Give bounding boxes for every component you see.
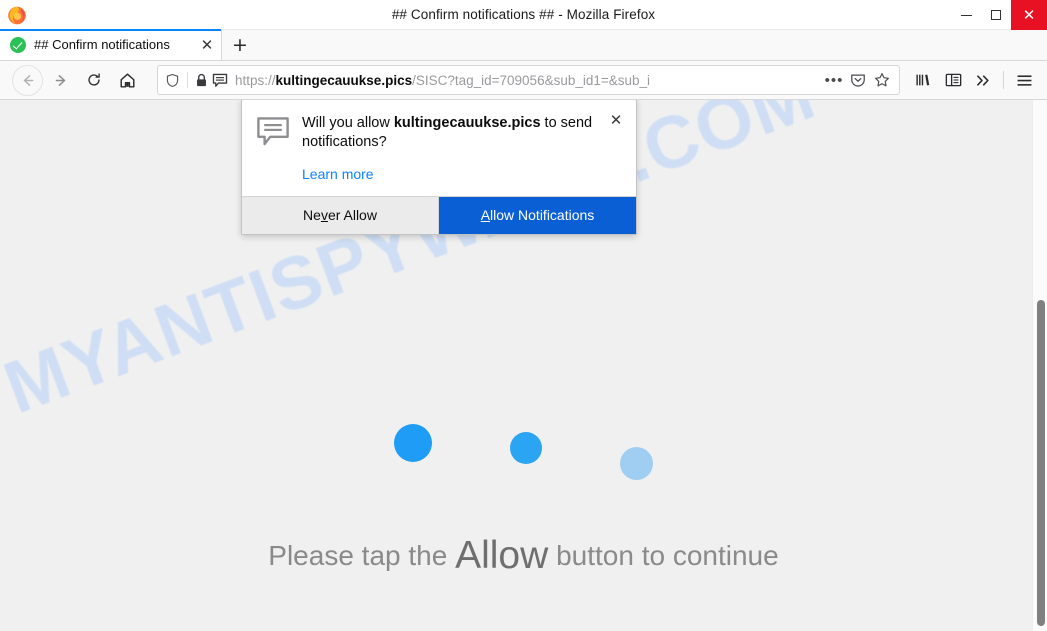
toolbar-separator xyxy=(1003,71,1004,89)
notification-permission-popup: Will you allow kultingecauukse.pics to s… xyxy=(241,100,637,235)
address-bar[interactable]: https://kultingecauukse.pics/SISC?tag_id… xyxy=(157,65,900,95)
loading-dots xyxy=(0,418,1047,480)
scrollbar-thumb[interactable] xyxy=(1037,300,1045,626)
tap-message-emphasis: Allow xyxy=(455,534,549,577)
loader-dot-2 xyxy=(510,432,542,464)
tab-strip: ## Confirm notifications ✕ + xyxy=(0,29,1047,61)
hamburger-menu-icon[interactable] xyxy=(1009,65,1039,95)
never-allow-accesskey: v xyxy=(320,207,328,224)
popup-question: Will you allow kultingecauukse.pics to s… xyxy=(302,114,606,153)
loader-dot-1 xyxy=(394,424,432,462)
pocket-icon[interactable] xyxy=(846,68,870,92)
popup-text-column: Will you allow kultingecauukse.pics to s… xyxy=(302,114,624,184)
tab-favicon-icon xyxy=(10,36,26,53)
allow-suffix: llow Notifications xyxy=(490,207,595,224)
forward-button[interactable] xyxy=(46,65,76,95)
sidebar-icon[interactable] xyxy=(938,65,968,95)
popup-body: Will you allow kultingecauukse.pics to s… xyxy=(242,100,636,196)
close-window-button[interactable]: ✕ xyxy=(1011,0,1047,30)
notification-bubble-icon[interactable] xyxy=(212,73,228,88)
new-tab-button[interactable]: + xyxy=(222,29,258,60)
firefox-logo-icon xyxy=(6,4,28,26)
shield-icon[interactable] xyxy=(165,73,180,88)
window-title: ## Confirm notifications ## - Mozilla Fi… xyxy=(391,7,656,22)
home-button[interactable] xyxy=(112,65,142,95)
overflow-chevrons-icon[interactable] xyxy=(968,65,998,95)
library-icon[interactable] xyxy=(908,65,938,95)
urlbar-divider xyxy=(187,72,188,88)
never-allow-suffix: er Allow xyxy=(327,207,377,224)
tab-close-icon[interactable]: ✕ xyxy=(197,35,217,55)
popup-close-icon[interactable]: ✕ xyxy=(606,110,626,130)
maximize-button[interactable] xyxy=(981,0,1011,30)
navigation-toolbar: https://kultingecauukse.pics/SISC?tag_id… xyxy=(0,61,1047,100)
page-content: MYANTISPYWARE.COM Please tap the Allow b… xyxy=(0,100,1047,631)
url-scheme: https:// xyxy=(235,72,276,88)
tap-message-suffix: button to continue xyxy=(548,540,779,571)
url-path: /SISC?tag_id=709056&sub_id1=&sub_i xyxy=(412,72,651,88)
allow-accesskey: A xyxy=(480,207,491,224)
url-host: kultingecauukse.pics xyxy=(275,72,413,88)
learn-more-link[interactable]: Learn more xyxy=(302,166,374,182)
browser-window: ## Confirm notifications ## - Mozilla Fi… xyxy=(0,0,1047,631)
url-text: https://kultingecauukse.pics/SISC?tag_id… xyxy=(235,73,822,88)
popup-button-row: Ne v er Allow Allow Notifications xyxy=(242,195,636,234)
minimize-button[interactable] xyxy=(951,0,981,30)
tab-label: ## Confirm notifications xyxy=(34,37,170,52)
window-controls: ✕ xyxy=(951,0,1047,30)
back-button[interactable] xyxy=(12,64,43,96)
page-actions-button[interactable]: ••• xyxy=(822,68,846,92)
bookmark-star-icon[interactable] xyxy=(870,68,894,92)
toolbar-right xyxy=(908,65,1039,95)
tab-confirm-notifications[interactable]: ## Confirm notifications ✕ xyxy=(0,29,222,60)
tap-allow-message: Please tap the Allow button to continue xyxy=(0,534,1047,578)
padlock-icon[interactable] xyxy=(195,73,208,88)
popup-question-host: kultingecauukse.pics xyxy=(393,115,541,131)
loader-dot-3 xyxy=(620,447,653,480)
never-allow-button[interactable]: Ne v er Allow xyxy=(242,196,439,234)
popup-question-prefix: Will you allow xyxy=(302,115,394,131)
tap-message-prefix: Please tap the xyxy=(268,540,456,571)
speech-bubble-icon xyxy=(256,114,290,184)
reload-button[interactable] xyxy=(79,65,109,95)
content-scrollbar[interactable] xyxy=(1032,100,1047,631)
never-allow-prefix: Ne xyxy=(303,207,321,224)
allow-notifications-button[interactable]: Allow Notifications xyxy=(439,196,636,234)
title-bar: ## Confirm notifications ## - Mozilla Fi… xyxy=(0,0,1047,30)
